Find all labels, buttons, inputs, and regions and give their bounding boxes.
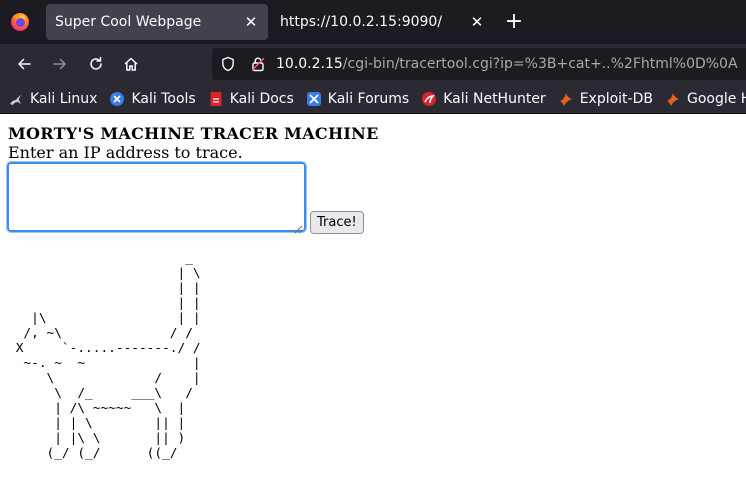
- close-icon[interactable]: ✕: [240, 11, 262, 33]
- kali-forums-icon: [306, 91, 322, 107]
- bookmark-exploit-db[interactable]: Exploit-DB: [554, 87, 657, 111]
- bookmark-label: Google Hacking: [686, 90, 746, 107]
- tab-title: https://10.0.2.15:9090/: [280, 14, 443, 30]
- address-bar[interactable]: 10.0.2.15/cgi-bin/tracertool.cgi?ip=%3B+…: [212, 48, 746, 80]
- bookmark-label: Kali Docs: [229, 90, 294, 107]
- reload-icon[interactable]: [83, 52, 109, 76]
- shield-icon[interactable]: [218, 54, 238, 74]
- kali-dragon-icon: [8, 91, 24, 107]
- bookmark-kali-tools[interactable]: Kali Tools: [105, 87, 199, 111]
- tab-title: Super Cool Webpage: [55, 14, 202, 30]
- lock-icon[interactable]: [248, 54, 268, 74]
- bookmark-label: Kali Forums: [327, 90, 410, 107]
- home-icon[interactable]: [118, 52, 144, 76]
- ghdb-icon: [665, 91, 681, 107]
- bookmarks-toolbar: Kali Linux Kali Tools Kali Docs Kali For…: [0, 84, 746, 114]
- page-instruction: Enter an IP address to trace.: [8, 143, 243, 162]
- kali-docs-icon: [208, 91, 224, 107]
- url-host: 10.0.2.15: [276, 56, 343, 72]
- bookmark-label: Kali NetHunter: [443, 90, 546, 107]
- bookmark-kali-nethunter[interactable]: Kali NetHunter: [417, 87, 549, 111]
- bookmark-google-hacking[interactable]: Google Hacking: [661, 87, 746, 111]
- bookmark-kali-linux[interactable]: Kali Linux: [4, 87, 101, 111]
- tab-super-cool-webpage[interactable]: Super Cool Webpage ✕: [46, 4, 268, 40]
- bookmark-kali-forums[interactable]: Kali Forums: [302, 87, 413, 111]
- back-arrow-icon[interactable]: [11, 52, 37, 76]
- url-text: 10.0.2.15/cgi-bin/tracertool.cgi?ip=%3B+…: [276, 56, 738, 72]
- exploit-db-icon: [558, 91, 574, 107]
- bookmark-label: Exploit-DB: [579, 90, 653, 107]
- close-icon[interactable]: ✕: [466, 11, 488, 33]
- tab-strip: Super Cool Webpage ✕ https://10.0.2.15:9…: [0, 0, 746, 44]
- tab-tracer-url[interactable]: https://10.0.2.15:9090/ ✕: [270, 4, 494, 40]
- bookmark-label: Kali Linux: [30, 90, 98, 107]
- trace-button[interactable]: Trace!: [310, 211, 364, 234]
- kali-tools-icon: [109, 91, 125, 107]
- resize-grip-icon[interactable]: [292, 219, 303, 234]
- bookmark-label: Kali Tools: [131, 90, 196, 107]
- ip-address-input[interactable]: [6, 161, 307, 233]
- nethunter-icon: [421, 91, 437, 107]
- bookmark-kali-docs[interactable]: Kali Docs: [204, 87, 298, 111]
- plus-icon[interactable]: +: [502, 10, 526, 34]
- page-content: MORTY'S MACHINE TRACER MACHINE Enter an …: [0, 115, 746, 492]
- forward-arrow-icon[interactable]: [47, 52, 73, 76]
- page-heading: MORTY'S MACHINE TRACER MACHINE: [8, 124, 379, 143]
- navigation-toolbar: 10.0.2.15/cgi-bin/tracertool.cgi?ip=%3B+…: [0, 44, 746, 84]
- ascii-art-cat: _ | \ | | | | |\ | | /, ~\ / / X `-.....…: [15, 251, 201, 461]
- firefox-icon[interactable]: [10, 12, 30, 32]
- url-path: /cgi-bin/tracertool.cgi?ip=%3B+cat+..%2F…: [342, 56, 738, 72]
